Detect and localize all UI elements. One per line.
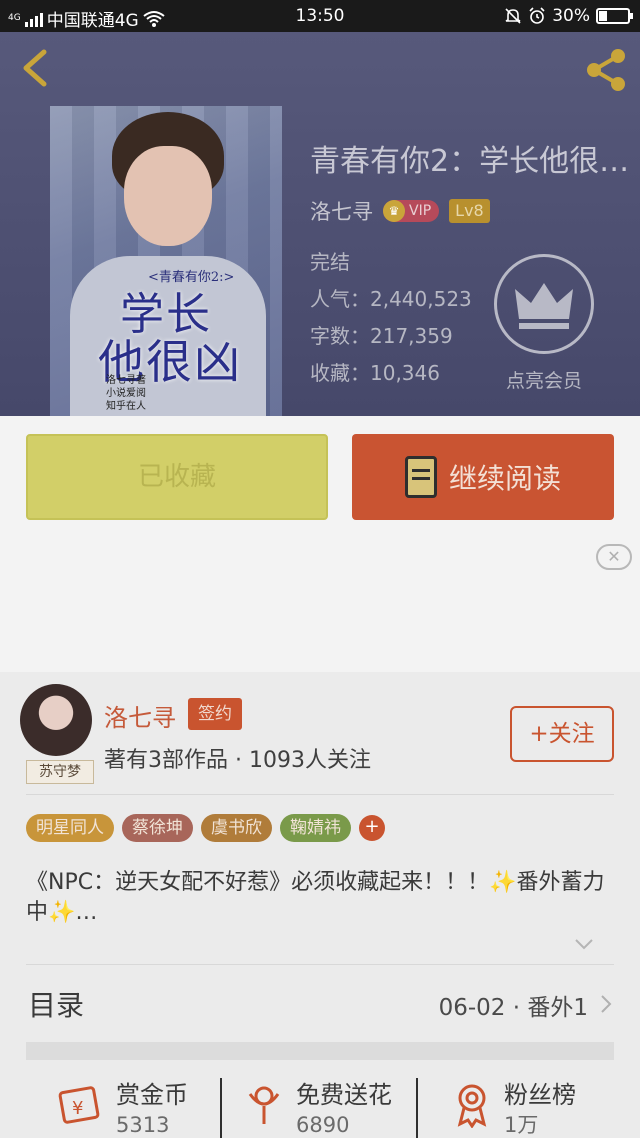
divider: [26, 794, 614, 795]
back-icon[interactable]: [16, 46, 56, 90]
divider: [220, 1078, 222, 1138]
red-envelope-icon: ¥: [58, 1086, 100, 1124]
reward-value: 1万: [504, 1113, 539, 1137]
signed-badge: 签约: [188, 698, 242, 730]
book-stats: 完结 人气：2,440,523 字数：217,359 收藏：10,346: [310, 244, 472, 392]
author-avatar[interactable]: [20, 684, 92, 756]
author-card: 苏守梦 洛七寻 签约 著有3部作品 · 1093人关注 +关注 明星同人 蔡徐坤…: [0, 672, 640, 1138]
flower-icon: [248, 1086, 280, 1124]
book-icon: [404, 456, 437, 498]
favorited-button[interactable]: 已收藏: [26, 434, 328, 520]
status-right: 30%: [504, 6, 633, 26]
book-title: 青春有你2：学长他很…: [310, 144, 630, 179]
author-name[interactable]: 洛七寻: [104, 698, 176, 733]
share-icon[interactable]: [582, 46, 630, 94]
section-divider-bar: [26, 1042, 614, 1060]
tag-item[interactable]: 明星同人: [26, 814, 114, 842]
divider: [26, 964, 614, 965]
status-bar: 4G 中国联通4G 13:50 30%: [0, 0, 640, 32]
book-author-name[interactable]: 洛七寻: [310, 196, 373, 226]
book-popularity: 人气：2,440,523: [310, 287, 472, 311]
vip-badge: ♛ VIP: [383, 200, 440, 222]
toc-label[interactable]: 目录: [28, 984, 84, 1024]
cover-small-text: 洛七寻著 小说爱阅 知乎在人: [106, 375, 146, 412]
mute-bell-icon: [505, 8, 521, 24]
reward-label: 粉丝榜: [504, 1081, 576, 1109]
cover-figure-face: [124, 146, 212, 246]
book-header: <青春有你2:> 学长 他很凶 洛七寻著 小说爱阅 知乎在人 青春有你2：学长他…: [0, 32, 640, 416]
author-summary: 著有3部作品 · 1093人关注: [104, 748, 371, 773]
tag-list: 明星同人 蔡徐坤 虞书欣 鞠婧祎 +: [26, 814, 385, 842]
more-tags-button[interactable]: +: [359, 815, 385, 841]
book-word-count: 字数：217,359: [310, 324, 453, 348]
svg-text:¥: ¥: [72, 1098, 83, 1119]
book-cover[interactable]: <青春有你2:> 学长 他很凶 洛七寻著 小说爱阅 知乎在人: [50, 106, 282, 416]
tag-item[interactable]: 鞠婧祎: [280, 814, 351, 842]
reward-value: 6890: [296, 1113, 350, 1137]
reward-label: 赏金币: [116, 1081, 188, 1109]
book-status: 完结: [310, 250, 350, 274]
follow-button[interactable]: +关注: [510, 706, 614, 762]
medal-icon: [457, 1084, 487, 1128]
continue-reading-button[interactable]: 继续阅读: [352, 434, 614, 520]
alarm-icon: [529, 7, 545, 24]
book-favorites: 收藏：10,346: [310, 361, 440, 385]
battery-percent: 30%: [552, 6, 590, 26]
battery-icon: [596, 8, 633, 24]
crown-icon: [515, 283, 573, 329]
book-intro[interactable]: 《NPC：逆天女配不好惹》必须收藏起来！！！✨番外蓄力中✨…: [26, 868, 616, 928]
chevron-down-icon[interactable]: [574, 938, 594, 950]
book-author-row: 洛七寻 ♛ VIP Lv8: [310, 196, 490, 226]
tag-item[interactable]: 蔡徐坤: [122, 814, 193, 842]
level-badge: Lv8: [449, 199, 490, 223]
member-button[interactable]: [494, 254, 594, 354]
send-flower-button[interactable]: 免费送花 6890: [244, 1080, 392, 1138]
fan-ranking-button[interactable]: 粉丝榜 1万: [452, 1080, 576, 1138]
crown-icon: ♛: [383, 200, 405, 222]
avatar-tag: 苏守梦: [26, 760, 94, 784]
ad-close-button[interactable]: ✕: [596, 544, 632, 570]
divider: [416, 1078, 418, 1138]
toc-latest-chapter[interactable]: 06-02 · 番外1: [439, 988, 588, 1022]
member-label[interactable]: 点亮会员: [496, 366, 592, 393]
reward-label: 免费送花: [296, 1081, 392, 1109]
continue-reading-label: 继续阅读: [448, 462, 561, 495]
tag-item[interactable]: 虞书欣: [201, 814, 272, 842]
reward-value: 5313: [116, 1113, 170, 1137]
chevron-right-icon[interactable]: [600, 994, 612, 1014]
reward-coins-button[interactable]: ¥ 赏金币 5313: [56, 1080, 188, 1138]
vip-label: VIP: [409, 203, 432, 219]
